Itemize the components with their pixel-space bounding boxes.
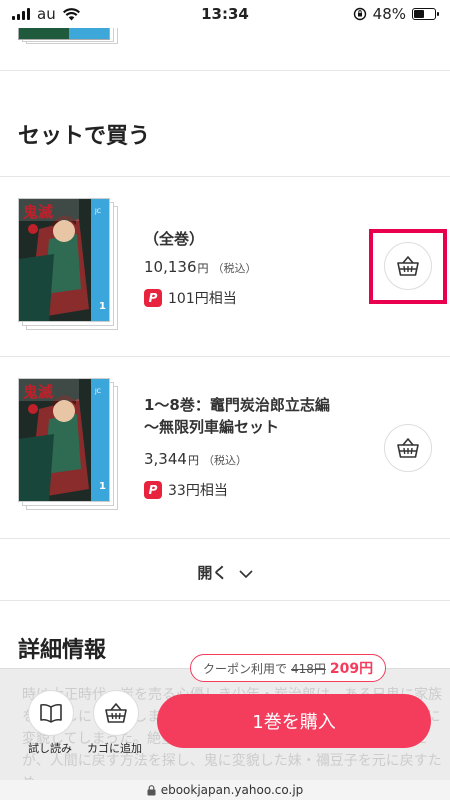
divider: [0, 538, 450, 539]
points-value: 101円相当: [168, 291, 237, 307]
status-left: au: [12, 5, 80, 23]
item-title-line1: 1〜8巻：竈門炭治郎立志編: [144, 396, 330, 414]
points-value: 33円相当: [168, 483, 228, 499]
add-to-cart-bottom-button[interactable]: [93, 690, 139, 736]
wifi-icon: [62, 7, 80, 20]
divider: [0, 70, 450, 71]
orientation-lock-icon: [353, 7, 366, 21]
trial-read-button[interactable]: [28, 690, 74, 736]
section-title-details: 詳細情報: [18, 638, 107, 663]
lock-icon: [147, 784, 156, 795]
coupon-new-price: 209円: [329, 661, 374, 677]
url-bar[interactable]: ebookjapan.yahoo.co.jp: [0, 780, 450, 800]
battery-icon: [412, 8, 439, 20]
coupon-prefix: クーポン利用で: [203, 661, 288, 676]
book-cover-image: 鬼滅 JC 1: [18, 378, 110, 502]
price-value: 10,136: [144, 258, 197, 276]
item-title-line2: 〜無限列車編セット: [144, 418, 280, 436]
status-bar: au 13:34 48%: [0, 0, 450, 28]
item-price: 10,136円 （税込）: [144, 258, 257, 276]
book-cover-image: 鬼滅 JC 1: [18, 198, 110, 322]
url-text: ebookjapan.yahoo.co.jp: [160, 783, 304, 797]
svg-text:鬼滅: 鬼滅: [23, 203, 53, 221]
coupon-badge: クーポン利用で 418円 209円: [190, 654, 387, 682]
book-cover[interactable]: 鬼滅 JC 1: [18, 198, 118, 330]
svg-text:JC: JC: [94, 388, 101, 395]
paypay-points: P 33円相当: [144, 480, 228, 500]
item-title[interactable]: （全巻）: [144, 228, 204, 250]
buy-volume-1-button[interactable]: 1巻を購入: [157, 694, 431, 748]
trial-read-label: 試し読み: [28, 742, 72, 755]
chevron-down-icon: [239, 569, 253, 578]
svg-text:鬼滅: 鬼滅: [23, 383, 53, 401]
carrier-label: au: [37, 5, 56, 23]
paypay-points: P 101円相当: [144, 288, 237, 308]
price-yen: 円: [187, 454, 199, 467]
item-price: 3,344円 （税込）: [144, 450, 247, 468]
set-item-volumes-1-8[interactable]: 鬼滅 JC 1 1〜8巻：竈門炭治郎立志編 〜無限列車編セット 3,344円 （税…: [0, 356, 450, 538]
paypay-icon: P: [144, 289, 162, 307]
coupon-old-price: 418円: [291, 661, 326, 676]
book-cover[interactable]: 鬼滅 JC 1: [18, 378, 118, 510]
battery-percent: 48%: [372, 5, 406, 23]
paypay-icon: P: [144, 481, 162, 499]
price-value: 3,344: [144, 450, 187, 468]
signal-icon: [12, 8, 30, 20]
svg-text:JC: JC: [94, 208, 101, 215]
cover-volume-number: 1: [99, 481, 106, 492]
item-title[interactable]: 1〜8巻：竈門炭治郎立志編 〜無限列車編セット: [144, 394, 330, 438]
basket-icon: [397, 438, 419, 458]
clock: 13:34: [201, 5, 249, 23]
divider: [0, 600, 450, 601]
status-right: 48%: [353, 5, 439, 23]
section-title-set: セットで買う: [18, 124, 151, 149]
open-more-button[interactable]: 開く: [0, 562, 450, 583]
price-tax: （税込）: [202, 454, 247, 467]
open-more-label: 開く: [197, 564, 228, 582]
price-tax: （税込）: [212, 262, 257, 275]
price-yen: 円: [197, 262, 209, 275]
highlight-box: [369, 229, 447, 304]
basket-icon: [105, 703, 127, 723]
add-to-cart-label: カゴに追加: [87, 742, 142, 755]
cover-volume-number: 1: [99, 301, 106, 312]
add-to-cart-button[interactable]: [384, 424, 432, 472]
book-icon: [40, 703, 62, 723]
